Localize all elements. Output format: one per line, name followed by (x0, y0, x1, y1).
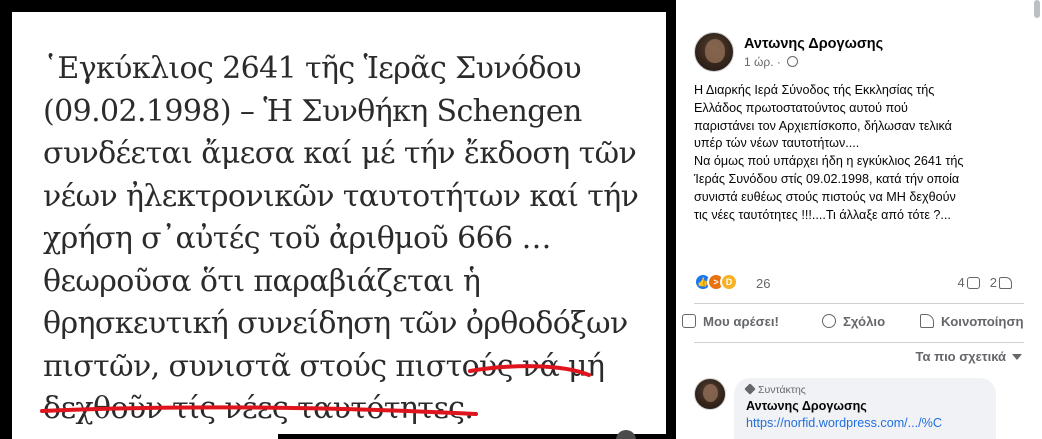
thumbs-up-icon (682, 314, 696, 328)
red-underline-2 (40, 405, 478, 416)
avatar[interactable] (694, 32, 734, 72)
pen-icon (744, 383, 756, 395)
comment-sort-dropdown[interactable]: Τα πιο σχετικά (916, 349, 1022, 364)
share-count-icon[interactable] (999, 277, 1012, 289)
author-badge: Συντάκτης (744, 383, 984, 396)
share-button[interactable]: Κοινοποίηση (920, 314, 1024, 329)
like-button-label: Μου αρέσει! (703, 314, 779, 329)
scrollbar[interactable] (1032, 0, 1042, 439)
post-meta: 1 ώρ. · (744, 55, 799, 69)
caret-down-icon (1012, 354, 1022, 360)
scrollbar-thumb[interactable] (1034, 0, 1040, 18)
post-text-line: Η Διαρκής Ιερά Σύνοδος τής Εκκλησίας τής (694, 83, 935, 97)
post-text-line: συνιστά ευθέως στούς πιστούς να ΜΗ δεχθο… (694, 189, 956, 204)
post-text-line: Ίεράς Συνόδου στίς 09.02.1998, κατά τήν … (694, 171, 960, 186)
post-text-line: Ελλάδος πρωτοστατούντος αυτού πού (694, 100, 908, 115)
post-counts: 42 (958, 275, 1012, 290)
haha-emoji-icon[interactable]: D (720, 273, 738, 291)
share-icon (920, 314, 934, 328)
reaction-count[interactable]: 26 (756, 276, 770, 291)
post-text-line: παριστάνει τον Αρχιεπίσκοπο, δήλωσαν τελ… (694, 118, 952, 133)
post-header: Αντωνης Δρογωσης 1 ώρ. · (694, 32, 1024, 72)
comment-author-name[interactable]: Αντωνης Δρογωσης (746, 399, 984, 413)
separator-dot: · (776, 55, 781, 69)
comment-avatar[interactable] (694, 378, 726, 410)
post-text: Η Διαρκής Ιερά Σύνοδος τής Εκκλησίας τής… (694, 82, 1024, 224)
like-button[interactable]: Μου αρέσει! (682, 314, 779, 329)
comment-item: Συντάκτης Αντωνης Δρογωσης https://norfi… (694, 378, 1024, 439)
comment-button-label: Σχόλιο (843, 314, 886, 329)
post-photo-area: ῾Εγκύκλιος 2641 τῆς Ἱερᾶς Συνόδου (09.02… (0, 0, 676, 439)
globe-icon[interactable] (787, 56, 799, 67)
post-text-line: τις νέες ταυτότητες !!!....Τι άλλαξε από… (694, 207, 951, 222)
post-side-panel: Αντωνης Δρογωσης 1 ώρ. · Η Διαρκής Ιερά … (676, 0, 1042, 439)
red-underline-1 (468, 364, 591, 377)
post-photo[interactable]: ῾Εγκύκλιος 2641 τῆς Ἱερᾶς Συνόδου (09.02… (12, 12, 666, 439)
post-author-name[interactable]: Αντωνης Δρογωσης (744, 36, 883, 52)
comment-bubble: Συντάκτης Αντωνης Δρογωσης https://norfi… (734, 378, 996, 439)
author-badge-label: Συντάκτης (758, 384, 806, 396)
comment-count-icon[interactable] (966, 277, 980, 289)
divider (694, 303, 1024, 304)
post-timestamp[interactable]: 1 ώρ. (744, 55, 774, 69)
shares-count[interactable]: 2 (990, 275, 997, 290)
comment-link[interactable]: https://norfid.wordpress.com/.../%C (746, 416, 984, 430)
post-actions: Μου αρέσει! Σχόλιο Κοινοποίηση (682, 310, 1032, 338)
red-underline-marks (40, 364, 591, 416)
comments-count[interactable]: 4 (958, 275, 965, 290)
comment-icon (822, 314, 836, 328)
sort-label: Τα πιο σχετικά (915, 349, 1006, 364)
divider (694, 342, 1024, 343)
post-text-line: Να όμως πού υπάρχει ήδη η εγκύκλιος 2641… (694, 154, 964, 169)
post-text-line: υπέρ τών νέων ταυτοτήτων.... (694, 136, 860, 151)
comment-button[interactable]: Σχόλιο (822, 314, 885, 329)
share-button-label: Κοινοποίηση (941, 314, 1024, 329)
reactions-bar: 👍 > D 26 42 (694, 272, 1024, 294)
